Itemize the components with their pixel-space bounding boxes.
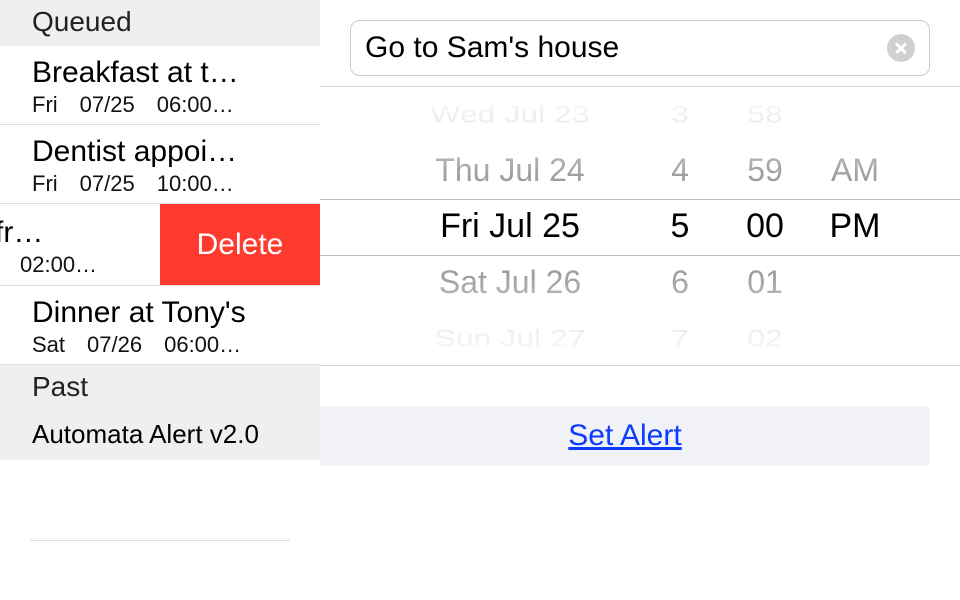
set-alert-bar: Set Alert [320,406,930,466]
list-item-title: Dinner at Tony's [32,296,306,330]
clear-icon[interactable] [887,34,915,62]
list-item-day: Fri [32,92,58,118]
list-item-time: 06:00… [164,332,241,358]
picker-row [810,94,900,135]
picker-row: 4 [640,142,720,198]
list-item-time: 02:00… [20,252,97,278]
picker-row-selected: PM [810,198,900,254]
section-header-queued: Queued [0,0,320,46]
set-alert-button[interactable]: Set Alert [568,419,681,453]
editor-pane: Wed Jul 23 Thu Jul 24 Fri Jul 25 Sat Jul… [320,0,960,600]
list-item-meta: 02:00… [20,252,146,278]
list-item-date: 07/25 [80,92,135,118]
datetime-picker[interactable]: Wed Jul 23 Thu Jul 24 Fri Jul 25 Sat Jul… [320,86,960,366]
picker-row: Thu Jul 24 [380,142,640,198]
picker-row: 3 [640,93,720,135]
picker-row-selected: 5 [640,198,720,254]
list-item-title: suit fr… [0,216,146,250]
delete-button[interactable]: Delete [160,204,320,285]
list-item-swiped[interactable]: suit fr… 02:00… Delete [0,204,320,286]
picker-wheel-minute[interactable]: 58 59 00 01 02 [720,87,810,365]
list-item-title: Dentist appoi… [32,135,306,169]
picker-wheel-date[interactable]: Wed Jul 23 Thu Jul 24 Fri Jul 25 Sat Jul… [380,87,640,365]
picker-row-selected: Fri Jul 25 [380,198,640,254]
picker-row: 02 [720,317,810,359]
list-item-day: Sat [32,332,65,358]
app-version-footer: Automata Alert v2.0 [0,411,320,460]
picker-row [810,317,900,358]
list-item-meta: Sat 07/26 06:00… [32,332,306,358]
list-item[interactable]: Dentist appoi… Fri 07/25 10:00… [0,125,320,204]
list-item-title: Breakfast at t… [32,56,306,90]
picker-row: 58 [720,93,810,135]
list-item-time: 06:00… [157,92,234,118]
list-item-date: 07/26 [87,332,142,358]
list-item-date: 07/25 [80,171,135,197]
picker-row [810,254,900,309]
picker-row: Sat Jul 26 [380,254,640,310]
picker-row: 59 [720,142,810,198]
title-input-wrap [350,20,930,76]
picker-wheel-hour[interactable]: 3 4 5 6 7 [640,87,720,365]
list-item-meta: Fri 07/25 10:00… [32,171,306,197]
section-header-past: Past [0,365,320,411]
list-item-time: 10:00… [157,171,234,197]
picker-row: 6 [640,254,720,310]
picker-row: Sun Jul 27 [380,317,640,359]
divider [30,540,290,541]
picker-wheel-ampm[interactable]: AM PM [810,87,900,365]
sidebar: Queued Breakfast at t… Fri 07/25 06:00… … [0,0,320,600]
picker-row: 01 [720,254,810,310]
picker-row: AM [810,142,900,198]
title-input[interactable] [365,31,887,65]
list-item[interactable]: Breakfast at t… Fri 07/25 06:00… [0,46,320,125]
list-item[interactable]: Dinner at Tony's Sat 07/26 06:00… [0,286,320,365]
picker-row: 7 [640,317,720,359]
list-item-meta: Fri 07/25 06:00… [32,92,306,118]
list-item-day: Fri [32,171,58,197]
picker-row-selected: 00 [720,198,810,254]
picker-row: Wed Jul 23 [380,93,640,135]
